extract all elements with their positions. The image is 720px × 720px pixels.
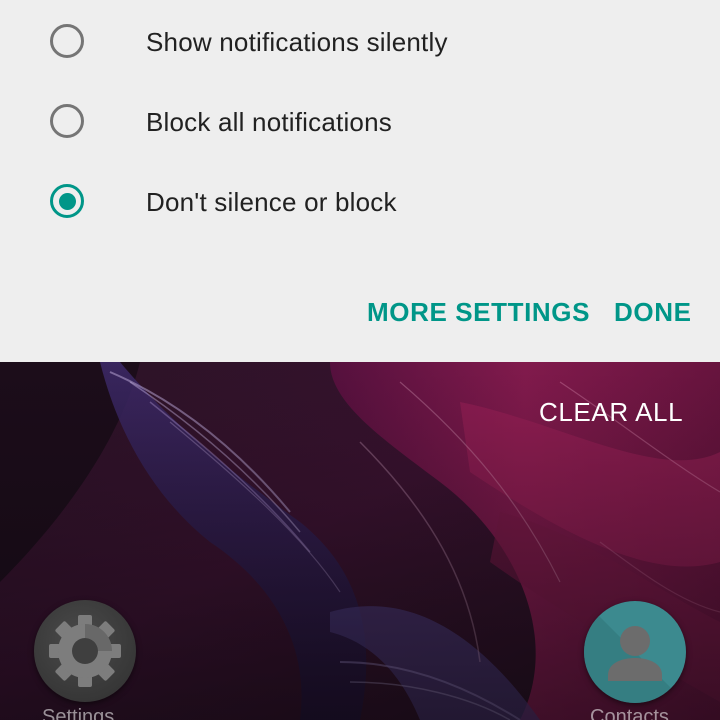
more-settings-button[interactable]: MORE SETTINGS (367, 292, 590, 332)
option-label: Block all notifications (146, 107, 392, 137)
radio-button-unchecked[interactable] (50, 24, 84, 58)
screen: Show notifications silently Block all no… (0, 0, 720, 720)
settings-app-icon[interactable] (34, 600, 136, 702)
option-show-silently[interactable]: Show notifications silently (0, 3, 720, 83)
person-icon (584, 601, 686, 703)
settings-app-caption: Settings (42, 706, 115, 720)
option-dont-silence-or-block[interactable]: Don't silence or block (0, 163, 720, 243)
contacts-app-icon[interactable] (584, 601, 686, 703)
radio-button-unchecked[interactable] (50, 104, 84, 138)
option-label: Don't silence or block (146, 187, 397, 217)
radio-selected-dot (58, 192, 76, 210)
option-block-all[interactable]: Block all notifications (0, 83, 720, 163)
gear-icon (49, 615, 121, 687)
option-label: Show notifications silently (146, 27, 448, 57)
contacts-app-caption: Contacts (590, 706, 669, 720)
clear-all-button[interactable]: CLEAR ALL (539, 394, 683, 430)
radio-button-checked[interactable] (50, 184, 84, 218)
done-button[interactable]: DONE (614, 292, 692, 332)
notification-settings-panel: Show notifications silently Block all no… (0, 0, 720, 362)
